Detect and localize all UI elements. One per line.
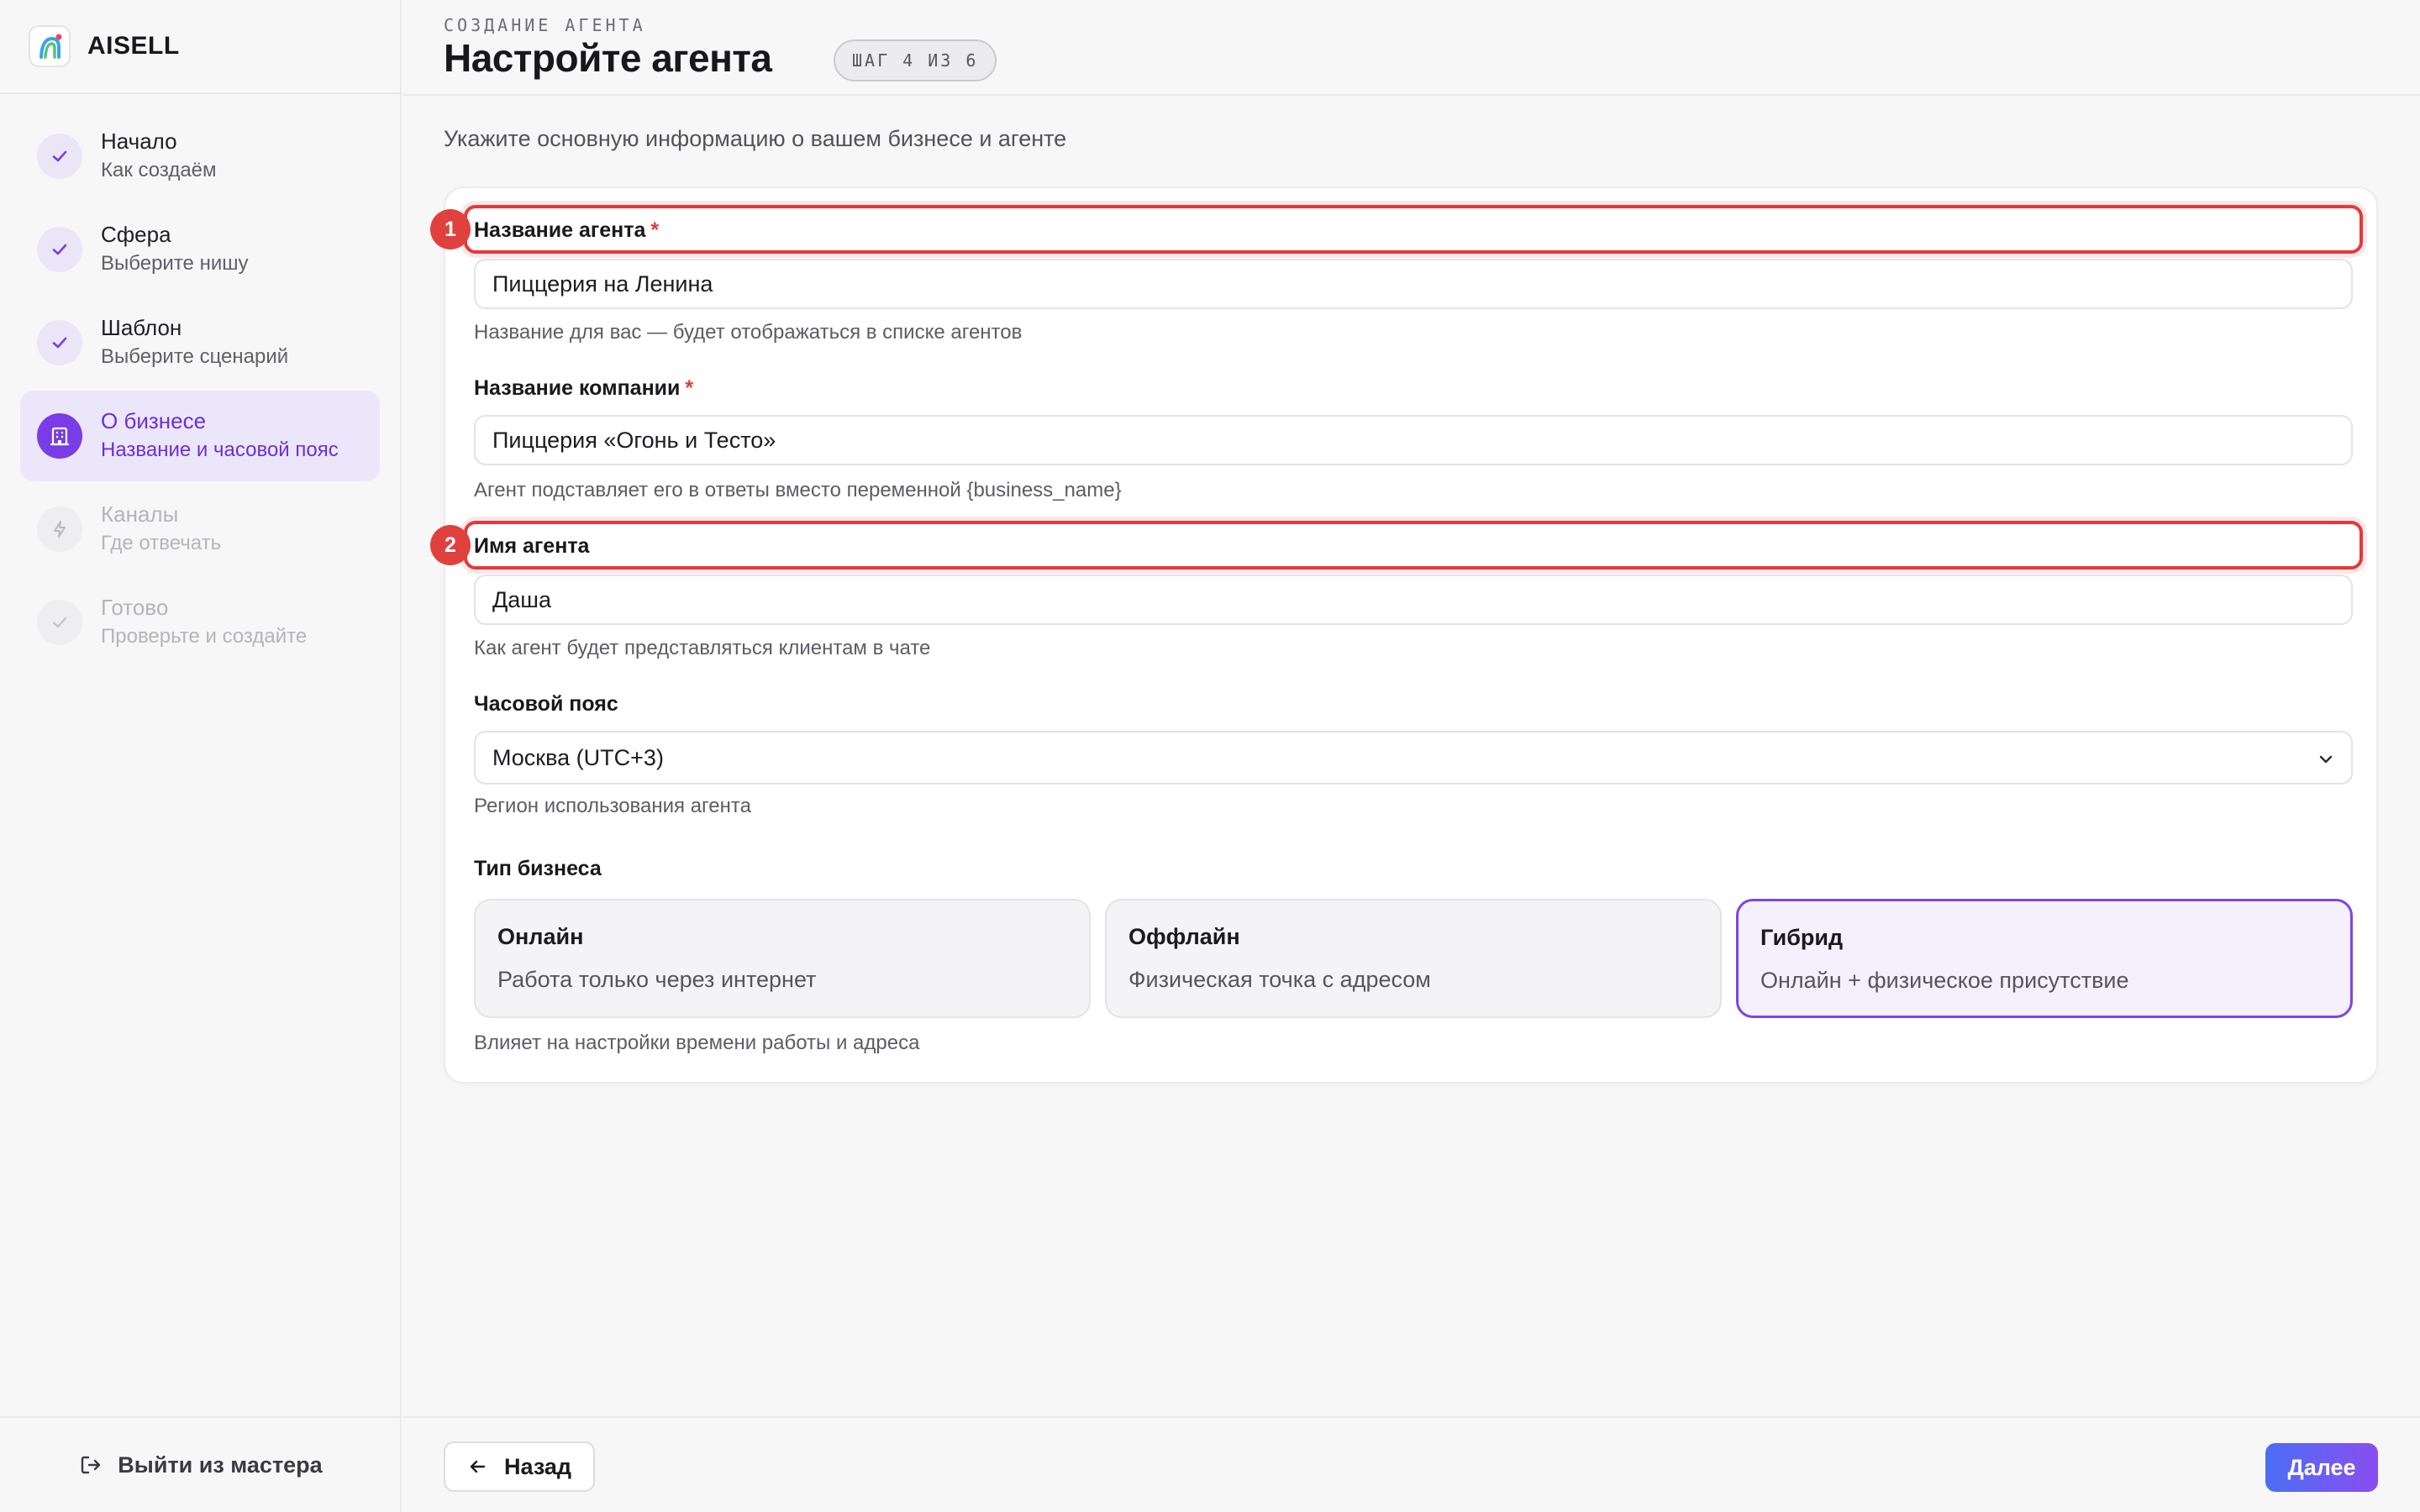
brand-logo-icon [29,25,71,67]
agent-name-input[interactable] [474,259,2353,309]
page-eyebrow: СОЗДАНИЕ АГЕНТА [444,15,646,35]
step-about-business[interactable]: О бизнесе Название и часовой пояс [20,391,380,481]
agent-name-hint: Название для вас — будет отображаться в … [474,321,1023,344]
lightning-icon [37,507,82,552]
step-subtitle: Выберите нишу [101,252,249,275]
company-name-input[interactable] [474,415,2353,465]
agent-name-label: Название агента * [474,218,659,243]
wizard-steps: Начало Как создаём Сфера Выберите нишу Ш… [0,94,400,668]
arrow-left-icon [470,1460,486,1473]
exit-wizard-button[interactable]: Выйти из мастера [79,1452,323,1478]
timezone-value: Москва (UTC+3) [492,744,664,770]
step-subtitle: Проверьте и создайте [101,625,308,648]
step-subtitle: Где отвечать [101,532,222,554]
step-title: Шаблон [101,315,182,340]
option-description: Онлайн + физическое присутствие [1760,968,2129,993]
agent-name-label-text: Название агента [474,218,646,242]
check-icon [37,227,82,272]
back-button[interactable]: Назад [444,1441,596,1492]
chevron-down-icon [2319,755,2333,764]
logout-icon [82,1456,101,1474]
persona-name-input[interactable] [474,575,2353,625]
option-description: Физическая точка с адресом [1128,967,1431,992]
option-title: Гибрид [1760,925,1844,950]
page-title: Настройте агента [444,36,772,80]
step-badge: ШАГ 4 ИЗ 6 [834,39,997,81]
form-card: 1 Название агента* Название для вас — бу… [430,186,2378,1084]
check-icon [37,600,82,645]
business-type-hybrid[interactable]: Гибрид Онлайн + физическое присутствие [1736,899,2353,1018]
step-title: Каналы [101,501,179,527]
step-subtitle: Название и часовой пояс [101,438,339,461]
highlight-marker-2: 2 [430,525,471,565]
required-mark: * [685,376,694,400]
step-title: Начало [101,129,177,154]
timezone-label: Часовой пояс [474,692,618,716]
intro-text: Укажите основную информацию о вашем бизн… [444,126,1067,151]
brand: AISELL [0,0,400,94]
option-title: Онлайн [497,924,584,949]
step-subtitle: Как создаём [101,159,217,181]
step-template[interactable]: Шаблон Выберите сценарий [20,297,380,388]
step-sphere[interactable]: Сфера Выберите нишу [20,204,380,295]
business-type-hint: Влияет на настройки времени работы и адр… [474,1032,920,1054]
step-title: Готово [101,595,169,620]
page-footer: Назад Далее [403,1416,2420,1512]
check-icon [37,320,82,365]
required-mark: * [650,218,660,242]
highlight-box-1: 1 [430,205,2363,254]
step-channels[interactable]: Каналы Где отвечать [20,484,380,575]
step-subtitle: Выберите сценарий [101,345,289,368]
highlight-box-2: 2 [430,521,2363,570]
building-icon [37,413,82,459]
business-type-online[interactable]: Онлайн Работа только через интернет [474,899,1091,1018]
timezone-select[interactable]: Москва (UTC+3) [474,731,2353,785]
step-start[interactable]: Начало Как создаём [20,111,380,202]
business-type-options: Онлайн Работа только через интернет Оффл… [474,899,2353,1018]
option-description: Работа только через интернет [497,967,817,992]
brand-name: AISELL [87,32,180,60]
page-header: СОЗДАНИЕ АГЕНТА Настройте агента ШАГ 4 И… [403,0,2420,96]
back-label: Назад [504,1453,572,1479]
step-title: О бизнесе [101,408,207,433]
check-icon [37,134,82,179]
persona-name-label: Имя агента [474,534,590,558]
step-done[interactable]: Готово Проверьте и создайте [20,577,380,668]
option-title: Оффлайн [1128,924,1240,949]
sidebar-footer: Выйти из мастера [0,1416,402,1512]
sidebar: AISELL Начало Как создаём Сфера Выберите… [0,0,402,1512]
next-button[interactable]: Далее [2265,1443,2378,1492]
exit-wizard-label: Выйти из мастера [118,1452,323,1478]
company-name-hint: Агент подставляет его в ответы вместо пе… [474,479,1122,501]
highlight-marker-1: 1 [430,209,471,249]
business-type-offline[interactable]: Оффлайн Физическая точка с адресом [1105,899,1722,1018]
persona-name-hint: Как агент будет представляться клиентам … [474,637,931,659]
company-name-label: Название компании * [474,376,693,401]
company-name-label-text: Название компании [474,376,681,400]
step-title: Сфера [101,222,171,247]
timezone-hint: Регион использования агента [474,795,751,817]
business-type-label: Тип бизнеса [474,857,602,880]
